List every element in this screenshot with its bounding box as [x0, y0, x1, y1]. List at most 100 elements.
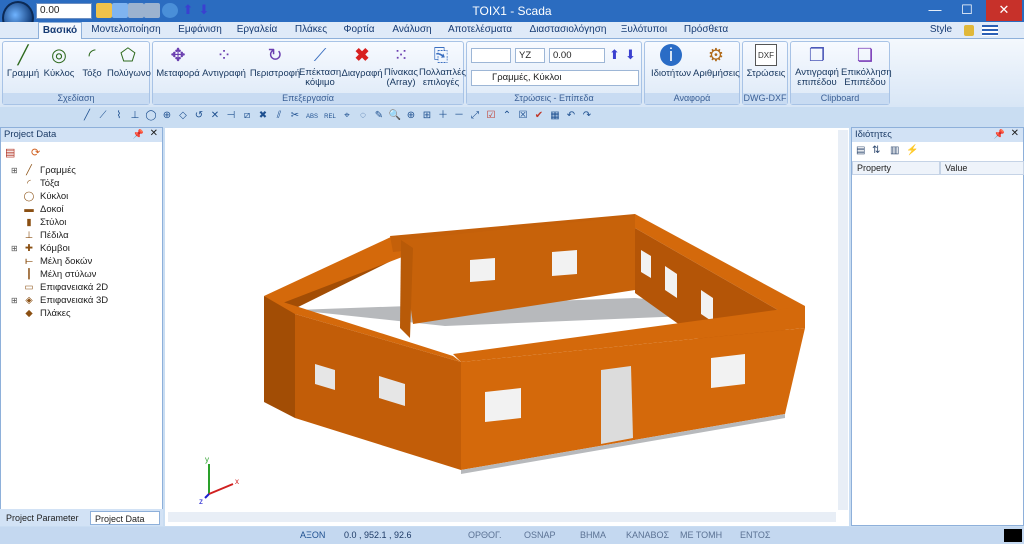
tab-ergaleia[interactable]: Εργαλεία [232, 22, 282, 39]
move-button[interactable]: ✥ Μεταφορά [155, 44, 201, 79]
circle-button[interactable]: ◎ Κύκλος [41, 44, 77, 79]
zoom-plus-icon[interactable]: ＋ [436, 109, 450, 123]
tab-apotelesmata[interactable]: Αποτελέσματα [444, 22, 516, 39]
close-button[interactable]: ✕ [986, 0, 1022, 21]
categorized-icon[interactable]: ▤ [856, 145, 865, 156]
arrow-up-icon[interactable]: ⬆ [180, 3, 196, 18]
paste-plane-button[interactable]: ❏ Επικόλληση Επιπέδου [841, 44, 892, 88]
lock-icon[interactable] [964, 25, 974, 36]
expand-icon[interactable]: ⊞ [11, 242, 19, 255]
delete-button[interactable]: ✖ Διαγραφή [341, 44, 383, 79]
horizontal-scrollbar[interactable] [168, 512, 836, 522]
tree-item-circles[interactable]: ◯ Κύκλοι [11, 190, 69, 203]
resize-grip[interactable] [1004, 529, 1022, 542]
polyline-tool-icon[interactable]: ⟋ [96, 109, 110, 123]
tab-emfanisi[interactable]: Εμφάνιση [172, 22, 228, 39]
curve-tool-icon[interactable]: ⌇ [112, 109, 126, 123]
pin-icon[interactable]: 📌 [133, 129, 144, 140]
layer-select[interactable]: Γραμμές, Κύκλοι [471, 70, 639, 86]
center-tool-icon[interactable]: ⊕ [160, 109, 174, 123]
tree-item-beam-members[interactable]: ⟝ Μέλη δοκών [11, 255, 92, 268]
tree-item-lines[interactable]: ⊞ ╱ Γραμμές [11, 164, 76, 177]
verify-icon[interactable]: ✔ [532, 109, 546, 123]
status-entos[interactable]: ΕΝΤΟΣ [740, 530, 770, 540]
status-kanavos[interactable]: ΚΑΝΑΒΟΣ [626, 530, 669, 540]
multi-select-button[interactable]: ⎘ Πολλαπλές επιλογές [419, 44, 466, 88]
pencil-tool-icon[interactable]: ✎ [372, 109, 386, 123]
zoom-in-icon[interactable]: ⊕ [404, 109, 418, 123]
check-icon[interactable]: ☑ [484, 109, 498, 123]
undo-icon[interactable]: ↶ [564, 109, 578, 123]
extend-trim-button[interactable]: ⟋ Επέκταση κόψιμο [299, 44, 341, 88]
sort-icon[interactable]: ⇅ [872, 145, 880, 156]
rotate-tool-icon[interactable]: ↺ [192, 109, 206, 123]
select-icon[interactable]: ☒ [516, 109, 530, 123]
perp-tool-icon[interactable]: ⊥ [128, 109, 142, 123]
zoom-extents-icon[interactable]: ⤢ [468, 109, 482, 123]
status-osnap[interactable]: OSNAP [524, 530, 556, 540]
status-orthog[interactable]: ΟΡΘΟΓ. [468, 530, 501, 540]
expand-icon[interactable]: ⊞ [11, 164, 19, 177]
pages-icon[interactable]: ▥ [890, 145, 899, 156]
save-icon[interactable] [96, 3, 112, 18]
copy-button[interactable]: ⁘ Αντιγραφή [201, 44, 247, 79]
status-metomi[interactable]: ΜΕ ΤΟΜΗ [680, 530, 722, 540]
tab-project-parameter[interactable]: Project Parameter [2, 511, 88, 525]
tree-item-beams[interactable]: ▬ Δοκοί [11, 203, 63, 216]
snap-tool-icon[interactable]: ⌖ [340, 109, 354, 123]
tab-xylotypoi[interactable]: Ξυλότυποι [616, 22, 672, 39]
pin-icon[interactable]: 📌 [994, 129, 1005, 140]
minimize-button[interactable]: — [920, 0, 950, 21]
zoom-minus-icon[interactable]: － [452, 109, 466, 123]
tab-analysi[interactable]: Ανάλυση [386, 22, 438, 39]
plane-select[interactable]: YZ [515, 48, 545, 63]
offset-input[interactable]: 0.00 [549, 48, 605, 63]
style-menu[interactable]: Style [926, 22, 956, 39]
rotate-button[interactable]: ↻ Περιστροφή [249, 44, 301, 79]
rel-tool-icon[interactable]: REL [322, 110, 338, 124]
layers-button[interactable]: DXF Στρώσεις [745, 44, 787, 79]
table-icon[interactable]: ▦ [548, 109, 562, 123]
zoom-window-icon[interactable]: ⊞ [420, 109, 434, 123]
circle-tool-icon[interactable]: ◯ [144, 109, 158, 123]
tree-item-surface-2d[interactable]: ▭ Επιφανειακά 2D [11, 281, 109, 294]
status-vima[interactable]: ΒΗΜΑ [580, 530, 606, 540]
tree-item-columns[interactable]: ▮ Στύλοι [11, 216, 66, 229]
diamond-tool-icon[interactable]: ◇ [176, 109, 190, 123]
grid-icon[interactable] [128, 3, 144, 18]
end-tool-icon[interactable]: ⊣ [224, 109, 238, 123]
properties-button[interactable]: i Ιδιοτήτων [649, 44, 693, 79]
trim-tool-icon[interactable]: ✂ [288, 109, 302, 123]
arc-button[interactable]: ◜ Τόξο [77, 44, 107, 79]
maximize-button[interactable]: ☐ [952, 0, 982, 21]
close-panel-icon[interactable]: ✕ [1011, 128, 1019, 139]
graph-icon[interactable]: ⌃ [500, 109, 514, 123]
expand-icon[interactable]: ⊞ [11, 294, 19, 307]
line-tool-icon[interactable]: ╱ [80, 109, 94, 123]
tab-montelopoiisi[interactable]: Μοντελοποίηση [86, 22, 166, 39]
arrow-down-icon[interactable]: ⬇ [625, 47, 636, 63]
quick-value-combo[interactable]: 0.00 [36, 3, 92, 19]
status-axon[interactable]: ΑΞΟΝ [300, 530, 325, 540]
events-icon[interactable]: ⚡ [906, 145, 918, 156]
tab-project-data[interactable]: Project Data [90, 511, 160, 525]
array-button[interactable]: ⁙ Πίνακας (Array) [383, 44, 419, 88]
mirror-tool-icon[interactable]: ⧄ [240, 109, 254, 123]
vertical-scrollbar[interactable] [838, 130, 848, 510]
view-icon[interactable] [112, 3, 128, 18]
arrow-down-icon[interactable]: ⬇ [196, 3, 212, 18]
tree-item-footings[interactable]: ⊥ Πέδιλα [11, 229, 69, 242]
3d-viewport[interactable]: x y z [165, 128, 849, 526]
abs-tool-icon[interactable]: ABS [304, 110, 320, 124]
tab-vasiko[interactable]: Βασικό [38, 22, 82, 39]
zoom-icon[interactable]: 🔍 [388, 109, 402, 123]
tab-diastasiologisi[interactable]: Διαστασιολόγηση [522, 22, 614, 39]
tree-options-icon[interactable]: ▤ [5, 146, 19, 159]
globe-icon[interactable] [162, 3, 178, 18]
line-button[interactable]: ╱ Γραμμή [5, 44, 41, 79]
offset-tool-icon[interactable]: ⫽ [272, 109, 286, 123]
polygon-button[interactable]: ⬠ Πολύγωνο [107, 44, 151, 79]
refresh-icon[interactable]: ⟳ [31, 146, 45, 159]
tree-item-column-members[interactable]: ┃ Μέλη στύλων [11, 268, 96, 281]
tab-prostheta[interactable]: Πρόσθετα [680, 22, 732, 39]
